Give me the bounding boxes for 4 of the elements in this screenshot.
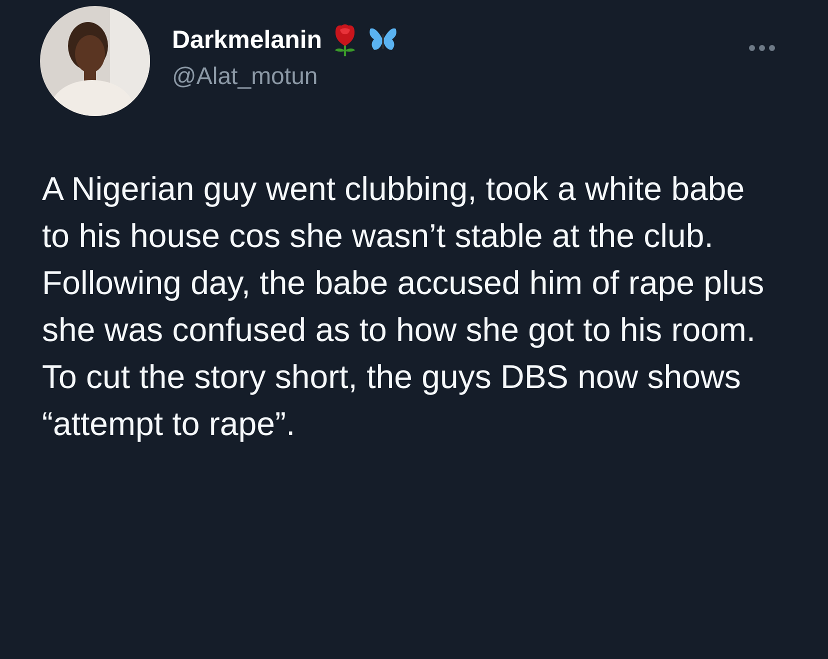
display-name[interactable]: Darkmelanin — [172, 26, 322, 54]
user-handle[interactable]: @Alat_motun — [172, 63, 318, 91]
tweet-text: A Nigerian guy went clubbing, took a white babe to his house cos she wasn’t stable at the club. Following day, the babe accused him of rape plus she was confused as to how she got to his room. To cut the story short, the guys DBS now shows “attempt to rape”. — [42, 169, 766, 444]
more-options-icon[interactable] — [748, 44, 776, 52]
